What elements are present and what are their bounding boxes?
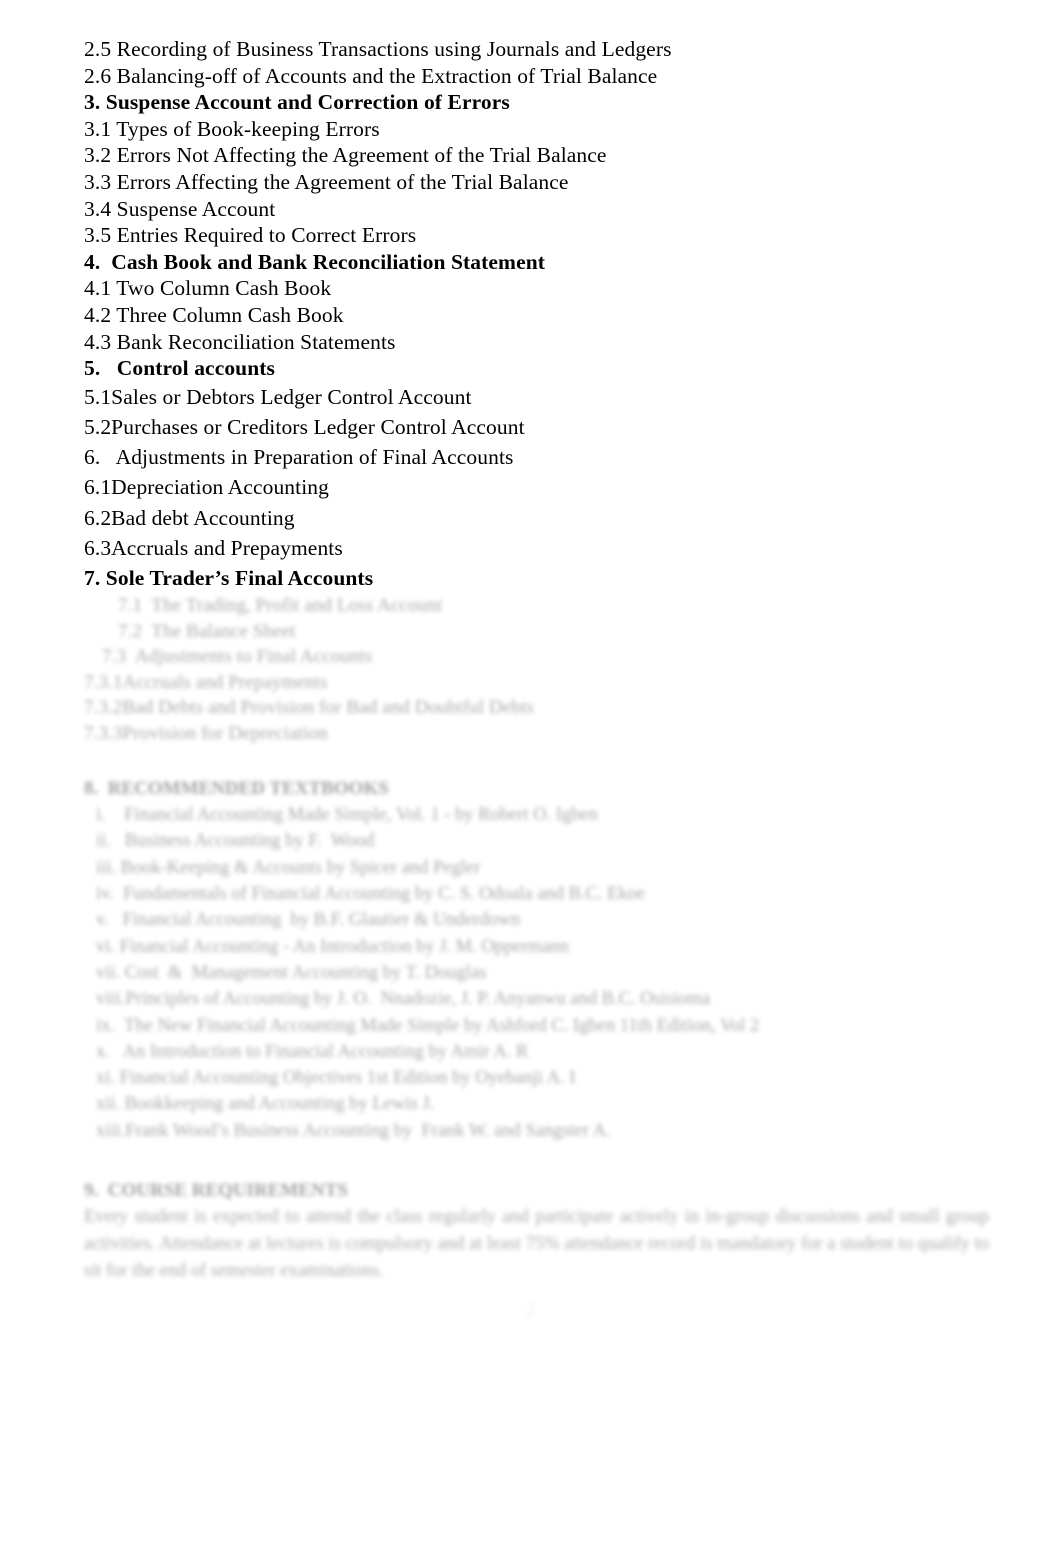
outline-heading-6: 6. Adjustments in Preparation of Final A… — [84, 445, 514, 470]
outline-line: 2.5 Recording of Business Transactions u… — [84, 37, 672, 61]
outline-line-faded: 7.1 The Trading, Profit and Loss Account — [118, 595, 443, 617]
recommended-textbooks-section: 8. RECOMMENDED TEXTBOOKS i. Financial Ac… — [84, 776, 994, 1144]
outline-heading-3: 3. Suspense Account and Correction of Er… — [84, 90, 510, 115]
course-outline-crisp-section: 2.5 Recording of Business Transactions u… — [84, 36, 994, 593]
outline-line: 3.4 Suspense Account — [84, 196, 276, 221]
outline-line-faded: 7.3.2Bad Debts and Provision for Bad and… — [84, 697, 534, 719]
outline-heading-7: 7. Sole Trader’s Final Accounts — [84, 565, 374, 590]
course-outline-faded-section: 7.1 The Trading, Profit and Loss Account… — [84, 593, 994, 746]
textbook-item: vi. Financial Accounting - An Introducti… — [96, 936, 569, 957]
outline-line: 3.2 Errors Not Affecting the Agreement o… — [84, 143, 607, 168]
outline-line: 6.2Bad debt Accounting — [84, 505, 295, 530]
outline-line: 4.3 Bank Reconciliation Statements — [84, 329, 396, 354]
outline-heading-4: 4. Cash Book and Bank Reconciliation Sta… — [84, 249, 546, 274]
textbook-item: viii.Principles of Accounting by J. O. N… — [96, 989, 711, 1010]
outline-line: 3.1 Types of Book-keeping Errors — [84, 116, 380, 141]
outline-line: 6.3Accruals and Prepayments — [84, 535, 343, 560]
outline-line-faded: 7.3 Adjustments to Final Accounts — [102, 646, 373, 668]
textbook-item: vii. Cost & Management Accounting by T. … — [96, 962, 487, 983]
textbook-item: ix. The New Financial Accounting Made Si… — [96, 1015, 760, 1036]
textbook-item: i. Financial Accounting Made Simple, Vol… — [96, 805, 598, 826]
textbooks-heading: 8. RECOMMENDED TEXTBOOKS — [84, 778, 389, 800]
requirements-heading: 9. COURSE REQUIREMENTS — [84, 1180, 348, 1201]
outline-line-faded: 7.3.1Accruals and Prepayments — [84, 671, 328, 693]
textbook-item: iii. Book-Keeping & Accounts by Spicer a… — [96, 857, 481, 878]
page-number: 2 — [526, 1300, 536, 1320]
outline-line: 5.2Purchases or Creditors Ledger Control… — [84, 414, 525, 439]
textbook-item: ii. Business Accounting by F. Wood — [96, 831, 375, 852]
outline-line: 3.3 Errors Affecting the Agreement of th… — [84, 169, 569, 194]
textbook-item: xi. Financial Accounting Objectives 1st … — [96, 1068, 576, 1089]
document-content: 2.5 Recording of Business Transactions u… — [84, 36, 994, 1285]
textbook-item: v. Financial Accounting by B.F. Glautier… — [96, 910, 521, 931]
textbook-item: xii. Bookkeeping and Accounting by Lewis… — [96, 1094, 435, 1115]
textbook-item: x. An Introduction to Financial Accounti… — [96, 1041, 529, 1062]
outline-line: 2.6 Balancing-off of Accounts and the Ex… — [84, 63, 658, 88]
textbook-item: iv. Fundamentals of Financial Accounting… — [96, 884, 646, 905]
outline-heading-5: 5. Control accounts — [84, 356, 276, 381]
outline-line: 3.5 Entries Required to Correct Errors — [84, 223, 417, 248]
outline-line: 4.1 Two Column Cash Book — [84, 276, 332, 301]
document-page: 2.5 Recording of Business Transactions u… — [0, 0, 1062, 1556]
outline-line: 6.1Depreciation Accounting — [84, 475, 329, 500]
course-requirements-section: 9. COURSE REQUIREMENTS Every student is … — [84, 1178, 994, 1285]
requirements-paragraph: Every student is expected to attend the … — [84, 1207, 989, 1281]
outline-line: 4.2 Three Column Cash Book — [84, 302, 344, 327]
textbook-item: xiii.Frank Wood’s Business Accounting by… — [96, 1120, 611, 1141]
outline-line-faded: 7.3.3Provision for Depreciation — [84, 722, 328, 744]
outline-line-faded: 7.2 The Balance Sheet — [118, 620, 296, 642]
outline-line: 5.1Sales or Debtors Ledger Control Accou… — [84, 384, 472, 409]
